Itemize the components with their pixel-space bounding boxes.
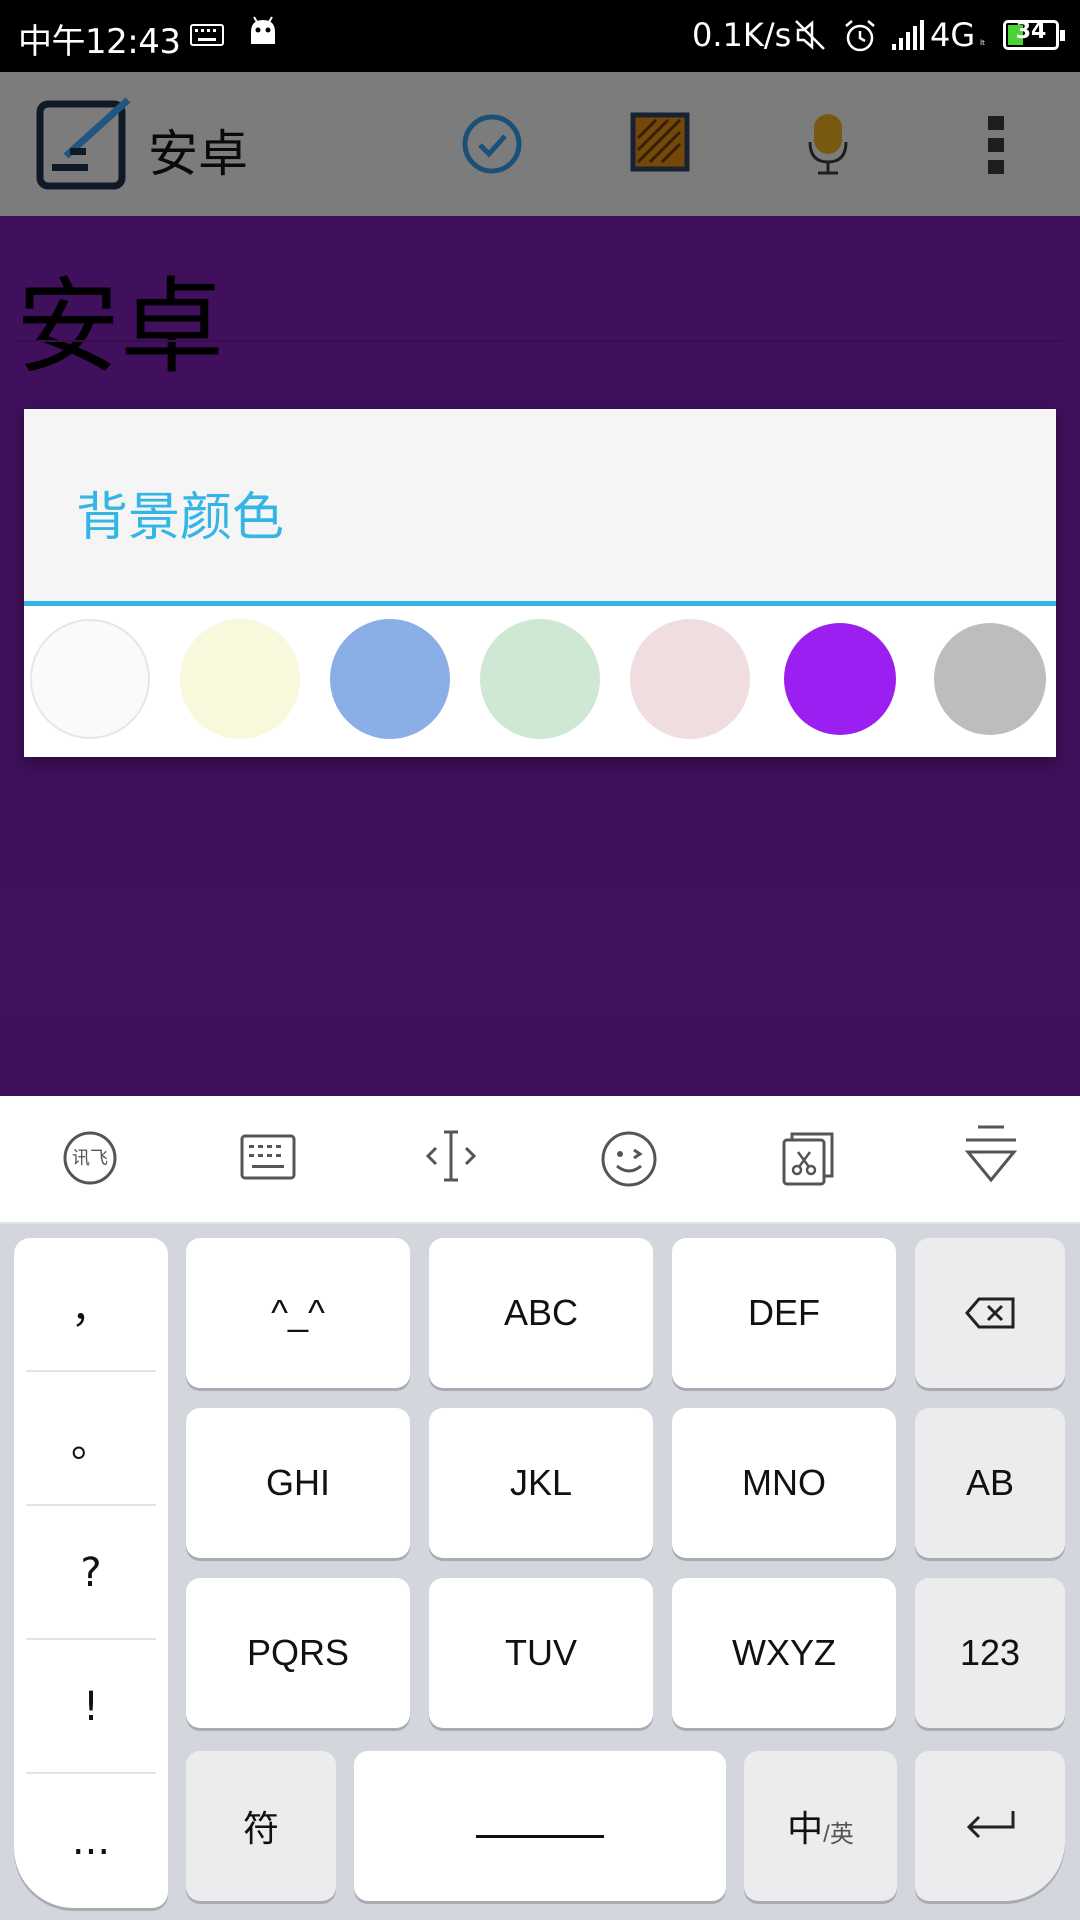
punct-label: ，: [71, 1286, 111, 1332]
punct-label: ?: [80, 1550, 102, 1596]
key-7[interactable]: PQRS: [186, 1578, 410, 1728]
mute-icon: [795, 20, 825, 50]
punctuation-column[interactable]: ， 。 ? ! ...: [14, 1238, 168, 1908]
language-sub-label: /英: [823, 1820, 854, 1848]
network-type: 4G: [930, 16, 976, 54]
color-swatch-row: [24, 619, 1056, 743]
network-sub: ₗₜ: [980, 34, 986, 48]
status-bar: 中午12:43 0.1K/s 4G ₗₜ 34: [0, 0, 1080, 72]
ifly-logo-icon[interactable]: 讯飞: [62, 1130, 118, 1186]
language-switch-key[interactable]: 中/英: [744, 1751, 897, 1901]
symbols-key[interactable]: 符: [186, 1751, 336, 1901]
swatch-light-pink[interactable]: [630, 619, 750, 739]
swatch-gray[interactable]: [934, 623, 1046, 735]
android-icon: [251, 16, 275, 44]
punct-label: ...: [71, 1818, 111, 1864]
punct-comma[interactable]: ，: [26, 1238, 156, 1372]
keyboard-layout-icon[interactable]: [240, 1134, 296, 1180]
key-6[interactable]: MNO: [672, 1408, 896, 1558]
punct-question[interactable]: ?: [26, 1506, 156, 1640]
punct-label: !: [82, 1684, 100, 1730]
dialog-header: 背景颜色: [24, 409, 1056, 601]
key-4[interactable]: GHI: [186, 1408, 410, 1558]
space-key[interactable]: [354, 1751, 726, 1901]
key-3[interactable]: DEF: [672, 1238, 896, 1388]
space-bar-line: [476, 1834, 604, 1838]
backspace-icon: [965, 1297, 1015, 1329]
language-main-label: 中: [787, 1808, 824, 1849]
clipboard-icon[interactable]: [782, 1132, 836, 1186]
battery-level: 34: [1015, 19, 1047, 44]
punct-exclamation[interactable]: !: [26, 1640, 156, 1774]
numbers-key[interactable]: 123: [915, 1578, 1065, 1728]
key-2[interactable]: ABC: [429, 1238, 653, 1388]
key-9[interactable]: WXYZ: [672, 1578, 896, 1728]
key-8[interactable]: TUV: [429, 1578, 653, 1728]
swatch-white[interactable]: [30, 619, 150, 739]
punct-label: 。: [71, 1420, 111, 1466]
alarm-icon: [845, 20, 875, 52]
cursor-move-icon[interactable]: [424, 1128, 478, 1184]
signal-icon: [892, 20, 924, 50]
keyboard-icon: [190, 24, 224, 46]
punct-period[interactable]: 。: [26, 1372, 156, 1506]
key-5[interactable]: JKL: [429, 1408, 653, 1558]
enter-icon: [966, 1811, 1015, 1839]
punct-ellipsis[interactable]: ...: [26, 1774, 156, 1908]
battery-icon: 34: [1003, 19, 1065, 50]
network-speed: 0.1K/s: [692, 16, 792, 54]
emoji-icon[interactable]: [600, 1130, 658, 1188]
background-color-dialog: 背景颜色: [24, 409, 1056, 757]
svg-text:讯飞: 讯飞: [72, 1148, 108, 1169]
swatch-purple[interactable]: [784, 623, 896, 735]
uppercase-key[interactable]: AB: [915, 1408, 1065, 1558]
swatch-blue[interactable]: [330, 619, 450, 739]
ime-keyboard: ， 。 ? ! ... ^_^ ABC DEF GHI JKL MNO AB P…: [0, 1224, 1080, 1920]
swatch-light-yellow[interactable]: [180, 619, 300, 739]
swatch-light-green[interactable]: [480, 619, 600, 739]
key-1[interactable]: ^_^: [186, 1238, 410, 1388]
keyboard-toolbar: 讯飞: [0, 1096, 1080, 1224]
hide-keyboard-icon[interactable]: [964, 1124, 1018, 1184]
backspace-key[interactable]: [915, 1238, 1065, 1388]
enter-key[interactable]: [915, 1751, 1065, 1901]
dialog-title: 背景颜色: [76, 488, 285, 548]
status-time: 中午12:43: [18, 22, 181, 62]
dialog-divider: [24, 601, 1056, 606]
